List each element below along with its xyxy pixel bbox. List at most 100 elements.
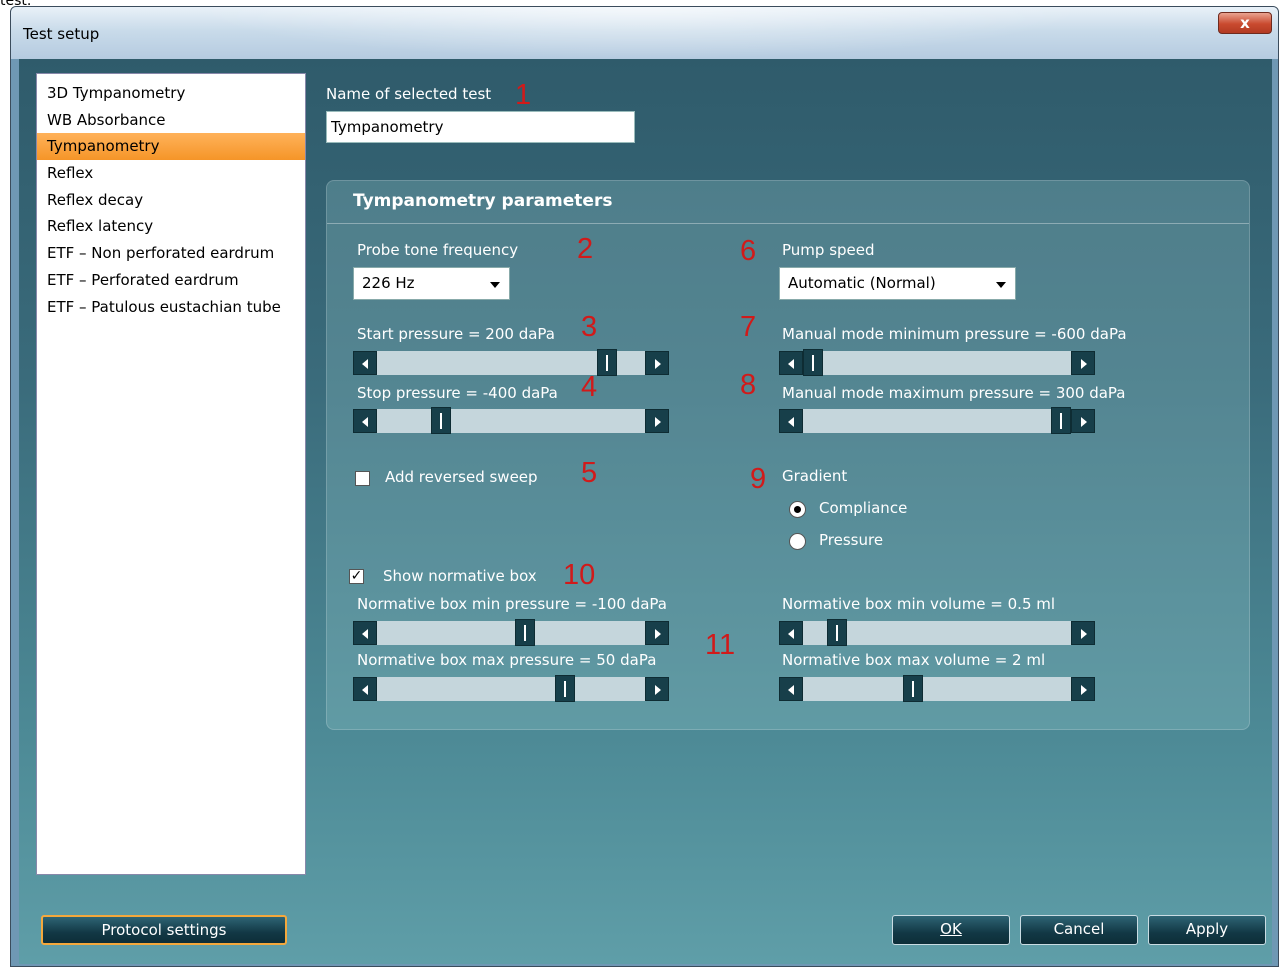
test-setup-window: Test setup x 3D Tympanometry WB Absorban… xyxy=(10,6,1279,967)
apply-button[interactable]: Apply xyxy=(1148,915,1266,945)
slider-thumb[interactable] xyxy=(515,619,535,646)
slider-left-button[interactable] xyxy=(353,409,377,433)
slider-right-button[interactable] xyxy=(1071,621,1095,645)
norm-max-pressure-slider[interactable] xyxy=(353,673,669,702)
test-list-item[interactable]: 3D Tympanometry xyxy=(37,80,305,107)
chevron-down-icon xyxy=(490,282,500,288)
slider-right-button[interactable] xyxy=(645,677,669,701)
slider-track[interactable] xyxy=(353,351,669,375)
reversed-sweep-checkbox[interactable] xyxy=(355,471,370,486)
norm-min-volume-slider[interactable] xyxy=(779,617,1095,646)
slider-left-button[interactable] xyxy=(779,351,803,375)
slider-left-button[interactable] xyxy=(779,621,803,645)
test-name-input[interactable] xyxy=(326,111,635,143)
reversed-sweep-label: Add reversed sweep xyxy=(385,468,538,486)
cancel-button[interactable]: Cancel xyxy=(1020,915,1138,945)
test-list-item[interactable]: WB Absorbance xyxy=(37,107,305,134)
norm-min-pressure-label: Normative box min pressure = -100 daPa xyxy=(357,595,667,613)
slider-left-button[interactable] xyxy=(353,621,377,645)
title-bar[interactable]: Test setup x xyxy=(11,7,1278,59)
manual-max-slider[interactable] xyxy=(779,405,1095,434)
test-list-item-selected[interactable]: Tympanometry xyxy=(37,133,305,161)
parameters-header: Tympanometry parameters xyxy=(327,181,1249,224)
slider-thumb[interactable] xyxy=(431,407,451,434)
slider-thumb[interactable] xyxy=(827,619,847,646)
arrow-left-icon xyxy=(362,629,368,639)
arrow-left-icon xyxy=(788,359,794,369)
norm-min-pressure-slider[interactable] xyxy=(353,617,669,646)
slider-track[interactable] xyxy=(779,409,1095,433)
pump-speed-value: Automatic (Normal) xyxy=(788,274,936,292)
annotation-7: 7 xyxy=(740,311,757,343)
cancel-button-label: Cancel xyxy=(1053,920,1105,938)
close-button[interactable]: x xyxy=(1218,12,1272,34)
test-list-item[interactable]: Reflex decay xyxy=(37,187,305,214)
pump-speed-dropdown[interactable]: Automatic (Normal) xyxy=(779,267,1016,300)
pump-speed-label: Pump speed xyxy=(782,241,875,259)
protocol-settings-button[interactable]: Protocol settings xyxy=(41,915,287,945)
stop-pressure-slider[interactable] xyxy=(353,405,669,434)
manual-min-slider[interactable] xyxy=(779,347,1095,376)
slider-left-button[interactable] xyxy=(353,677,377,701)
test-list-item[interactable]: ETF – Perforated eardrum xyxy=(37,267,305,294)
annotation-2: 2 xyxy=(577,233,594,265)
radio-selected-dot xyxy=(794,506,801,513)
ok-button[interactable]: OK xyxy=(892,915,1010,945)
norm-max-pressure-label: Normative box max pressure = 50 daPa xyxy=(357,651,657,669)
slider-thumb[interactable] xyxy=(555,675,575,702)
arrow-right-icon xyxy=(655,629,661,639)
slider-right-button[interactable] xyxy=(1071,677,1095,701)
pressure-radio[interactable] xyxy=(789,533,806,550)
test-list-item[interactable]: ETF – Patulous eustachian tube xyxy=(37,294,305,321)
arrow-left-icon xyxy=(788,417,794,427)
slider-thumb[interactable] xyxy=(597,349,617,376)
norm-max-volume-slider[interactable] xyxy=(779,673,1095,702)
arrow-right-icon xyxy=(655,685,661,695)
window-title: Test setup xyxy=(23,25,100,43)
annotation-4: 4 xyxy=(581,371,598,403)
slider-right-button[interactable] xyxy=(1071,351,1095,375)
name-field-label: Name of selected test xyxy=(326,85,492,103)
slider-right-button[interactable] xyxy=(1071,409,1095,433)
slider-track[interactable] xyxy=(353,409,669,433)
slider-track[interactable] xyxy=(779,351,1095,375)
show-normative-label: Show normative box xyxy=(383,567,537,585)
ok-button-label: OK xyxy=(940,920,962,938)
test-list-item[interactable]: Reflex latency xyxy=(37,213,305,240)
probe-tone-dropdown[interactable]: 226 Hz xyxy=(353,267,510,300)
slider-track[interactable] xyxy=(779,677,1095,701)
slider-left-button[interactable] xyxy=(779,677,803,701)
norm-min-volume-label: Normative box min volume = 0.5 ml xyxy=(782,595,1056,613)
slider-right-button[interactable] xyxy=(645,351,669,375)
chevron-down-icon xyxy=(996,282,1006,288)
arrow-right-icon xyxy=(655,417,661,427)
test-list-item[interactable]: ETF – Non perforated eardrum xyxy=(37,240,305,267)
norm-max-volume-label: Normative box max volume = 2 ml xyxy=(782,651,1046,669)
test-list[interactable]: 3D Tympanometry WB Absorbance Tympanomet… xyxy=(36,73,306,875)
annotation-1: 1 xyxy=(515,79,532,111)
apply-button-label: Apply xyxy=(1185,920,1229,938)
arrow-left-icon xyxy=(788,685,794,695)
arrow-left-icon xyxy=(362,359,368,369)
test-list-item[interactable]: Reflex xyxy=(37,160,305,187)
slider-left-button[interactable] xyxy=(353,351,377,375)
slider-track[interactable] xyxy=(353,621,669,645)
arrow-left-icon xyxy=(788,629,794,639)
stop-pressure-label: Stop pressure = -400 daPa xyxy=(357,384,558,402)
parameters-panel: Tympanometry parameters Probe tone frequ… xyxy=(326,180,1250,730)
slider-thumb[interactable] xyxy=(803,349,823,376)
arrow-right-icon xyxy=(1081,629,1087,639)
slider-thumb[interactable] xyxy=(903,675,923,702)
check-icon: ✓ xyxy=(350,568,363,584)
compliance-radio[interactable] xyxy=(789,501,806,518)
slider-track[interactable] xyxy=(353,677,669,701)
slider-right-button[interactable] xyxy=(645,409,669,433)
start-pressure-slider[interactable] xyxy=(353,347,669,376)
close-icon: x xyxy=(1240,14,1250,32)
manual-max-label: Manual mode maximum pressure = 300 daPa xyxy=(782,384,1126,402)
arrow-right-icon xyxy=(1081,417,1087,427)
slider-left-button[interactable] xyxy=(779,409,803,433)
slider-thumb[interactable] xyxy=(1051,407,1071,434)
show-normative-checkbox[interactable]: ✓ xyxy=(349,569,364,584)
slider-right-button[interactable] xyxy=(645,621,669,645)
